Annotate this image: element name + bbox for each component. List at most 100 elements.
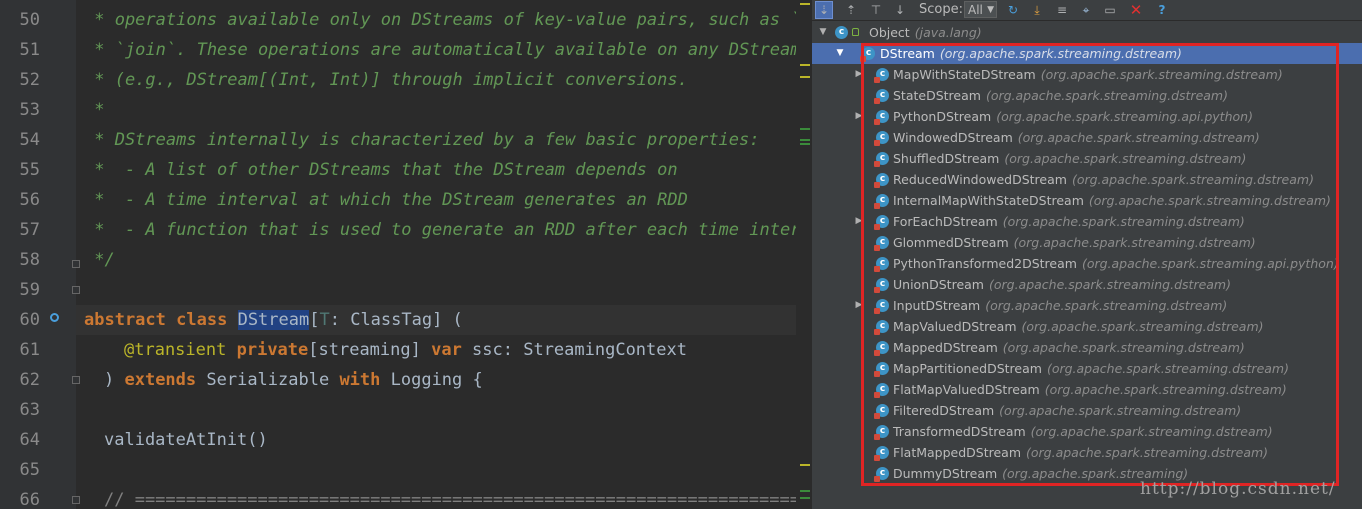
chevron-right-icon[interactable]: ▶	[854, 295, 864, 316]
package-name: (org.apache.spark.streaming.dstream)	[1030, 424, 1273, 439]
fold-marker-icon[interactable]	[72, 496, 80, 504]
scope-dropdown[interactable]: All ▼	[964, 1, 997, 18]
warning-marker[interactable]	[800, 464, 810, 466]
class-icon: c	[874, 278, 889, 293]
tree-node-subclass[interactable]: ▶ c PythonDStream (org.apache.spark.streami…	[812, 106, 1362, 127]
change-marker[interactable]	[800, 497, 810, 499]
sort-alpha-icon[interactable]: ↓	[891, 1, 909, 19]
keyword: extends	[124, 370, 197, 390]
code-line-comment: * - A list of other DStreams that the DS…	[84, 160, 678, 180]
package-name: (org.apache.spark.streaming.dstream)	[1017, 130, 1260, 145]
warning-marker[interactable]	[800, 64, 810, 66]
chevron-right-icon[interactable]: ▶	[854, 64, 864, 85]
tree-node-subclass[interactable]: c StateDStream (org.apache.spark.streaming…	[812, 85, 1362, 106]
tree-node-subclass[interactable]: c WindowedDStream (org.apache.spark.stream…	[812, 127, 1362, 148]
class-icon: c	[874, 131, 889, 146]
line-number: 59	[19, 280, 40, 300]
tree-node-subclass[interactable]: c FlatMapValuedDStream (org.apache.spark.s…	[812, 379, 1362, 400]
class-name: MapWithStateDStream	[893, 67, 1036, 82]
tree-node-subclass[interactable]: c MapPartitionedDStream (org.apache.spark.…	[812, 358, 1362, 379]
chevron-down-icon[interactable]: ▼	[835, 43, 845, 64]
class-name: WindowedDStream	[893, 130, 1013, 145]
package-name: (org.apache.spark.streaming.dstream)	[1002, 340, 1245, 355]
class-icon: c	[874, 257, 889, 272]
class-icon: c	[874, 173, 889, 188]
class-name-selected[interactable]: DStream	[237, 310, 310, 330]
tree-node-subclass[interactable]: c FlatMappedDStream (org.apache.spark.stre…	[812, 442, 1362, 463]
warning-marker[interactable]	[800, 3, 810, 5]
warning-marker[interactable]	[800, 76, 810, 78]
line-number: 66	[19, 490, 40, 509]
tree-node-subclass[interactable]: c UnionDStream (org.apache.spark.streaming…	[812, 274, 1362, 295]
code-line-extends: ) extends Serializable with Logging {	[104, 365, 483, 395]
type-hierarchy-panel: ⇣ ⇡ ⊤ ↓ Scope: All ▼ ↻ ⤓ ≡ ⌖ ▭ ✕ ? ▼ c Ob…	[812, 0, 1362, 509]
fold-marker-icon[interactable]	[72, 286, 80, 294]
fold-marker-icon[interactable]	[72, 260, 80, 268]
class-icon: c	[874, 341, 889, 356]
tree-node-subclass[interactable]: ▶ c InputDStream (org.apache.spark.streamin…	[812, 295, 1362, 316]
change-marker[interactable]	[800, 143, 810, 145]
open-in-editor-icon[interactable]: ▭	[1101, 1, 1119, 19]
chevron-right-icon[interactable]: ▶	[854, 211, 864, 232]
change-marker[interactable]	[800, 490, 810, 492]
package-name: (org.apache.spark.streaming.dstream)	[1002, 214, 1245, 229]
class-name: TransformedDStream	[893, 424, 1026, 439]
close-icon[interactable]: ✕	[1127, 1, 1145, 19]
chevron-right-icon[interactable]: ▶	[854, 106, 864, 127]
code-text: : ClassTag] (	[329, 310, 463, 330]
class-name: FlatMappedDStream	[893, 445, 1022, 460]
tree-node-subclass[interactable]: c GlommedDStream (org.apache.spark.streami…	[812, 232, 1362, 253]
change-marker[interactable]	[800, 139, 810, 141]
class-hierarchy-icon[interactable]: ⊤	[867, 1, 885, 19]
tree-node-subclass[interactable]: c MapValuedDStream (org.apache.spark.strea…	[812, 316, 1362, 337]
tree-node-subclass[interactable]: c PythonTransformed2DStream (org.apache.sp…	[812, 253, 1362, 274]
tree-node-subclass[interactable]: c FilteredDStream (org.apache.spark.stream…	[812, 400, 1362, 421]
tree-node-selected[interactable]: ▼ c DStream (org.apache.spark.streaming.d…	[812, 43, 1362, 64]
package-name: (org.apache.spark.streaming.dstream)	[1026, 445, 1269, 460]
code-text: ssc: StreamingContext	[461, 340, 687, 360]
tree-node-subclass[interactable]: c TransformedDStream (org.apache.spark.str…	[812, 421, 1362, 442]
export-icon[interactable]: ⤓	[1028, 1, 1046, 19]
line-number: 55	[19, 160, 40, 180]
supertypes-hierarchy-icon[interactable]: ⇡	[842, 1, 860, 19]
expand-all-icon[interactable]: ≡	[1053, 1, 1071, 19]
class-icon: c	[874, 425, 889, 440]
keyword: class	[176, 310, 228, 330]
code-text: [streaming]	[308, 340, 432, 360]
pin-icon[interactable]: ⌖	[1077, 1, 1095, 19]
subtypes-hierarchy-icon[interactable]: ⇣	[815, 1, 833, 19]
class-name: InputDStream	[893, 298, 981, 313]
line-number: 65	[19, 460, 40, 480]
code-editor[interactable]: 50 51 52 53 54 55 56 57 58 59 60 61 62 6…	[0, 0, 812, 509]
package-name: (org.apache.spark.streaming.dstream)	[1004, 151, 1247, 166]
bracket: [	[309, 310, 320, 330]
tree-node-subclass[interactable]: ▶ c ForEachDStream (org.apache.spark.stream…	[812, 211, 1362, 232]
fold-marker-icon[interactable]	[72, 376, 80, 384]
chevron-down-icon[interactable]: ▼	[818, 22, 828, 43]
tree-node-subclass[interactable]: c InternalMapWithStateDStream (org.apache.…	[812, 190, 1362, 211]
class-name: MapPartitionedDStream	[893, 361, 1042, 376]
tree-node-subclass[interactable]: c ReducedWindowedDStream (org.apache.spark…	[812, 169, 1362, 190]
package-name: (org.apache.spark.streaming.dstream)	[1021, 319, 1264, 334]
package-name: (org.apache.spark.streaming.dstream)	[939, 46, 1182, 61]
abstract-class-icon: c	[860, 47, 875, 62]
code-line-comment: */	[84, 250, 115, 270]
class-icon: c	[835, 26, 848, 39]
code-line-comment: * `join`. These operations are automatic…	[84, 40, 812, 60]
implemented-by-gutter-icon[interactable]	[50, 313, 59, 322]
package-name: (org.apache.spark.streaming.dstream)	[1013, 235, 1256, 250]
tree-node-subclass[interactable]: c MappedDStream (org.apache.spark.streamin…	[812, 337, 1362, 358]
class-icon: c	[874, 383, 889, 398]
help-icon[interactable]: ?	[1153, 1, 1171, 19]
line-number: 56	[19, 190, 40, 210]
class-icon: c	[874, 467, 889, 482]
package-name: (org.apache.spark.streaming.dstream)	[985, 88, 1228, 103]
class-icon: c	[874, 299, 889, 314]
refresh-icon[interactable]: ↻	[1004, 1, 1022, 19]
tree-node-subclass[interactable]: ▶ c MapWithStateDStream (org.apache.spark.s…	[812, 64, 1362, 85]
class-name: FlatMapValuedDStream	[893, 382, 1040, 397]
tree-node-root[interactable]: ▼ c Object (java.lang)	[812, 22, 1362, 43]
change-marker[interactable]	[800, 128, 810, 130]
tree-node-subclass[interactable]: c ShuffledDStream (org.apache.spark.stream…	[812, 148, 1362, 169]
class-name: ReducedWindowedDStream	[893, 172, 1067, 187]
